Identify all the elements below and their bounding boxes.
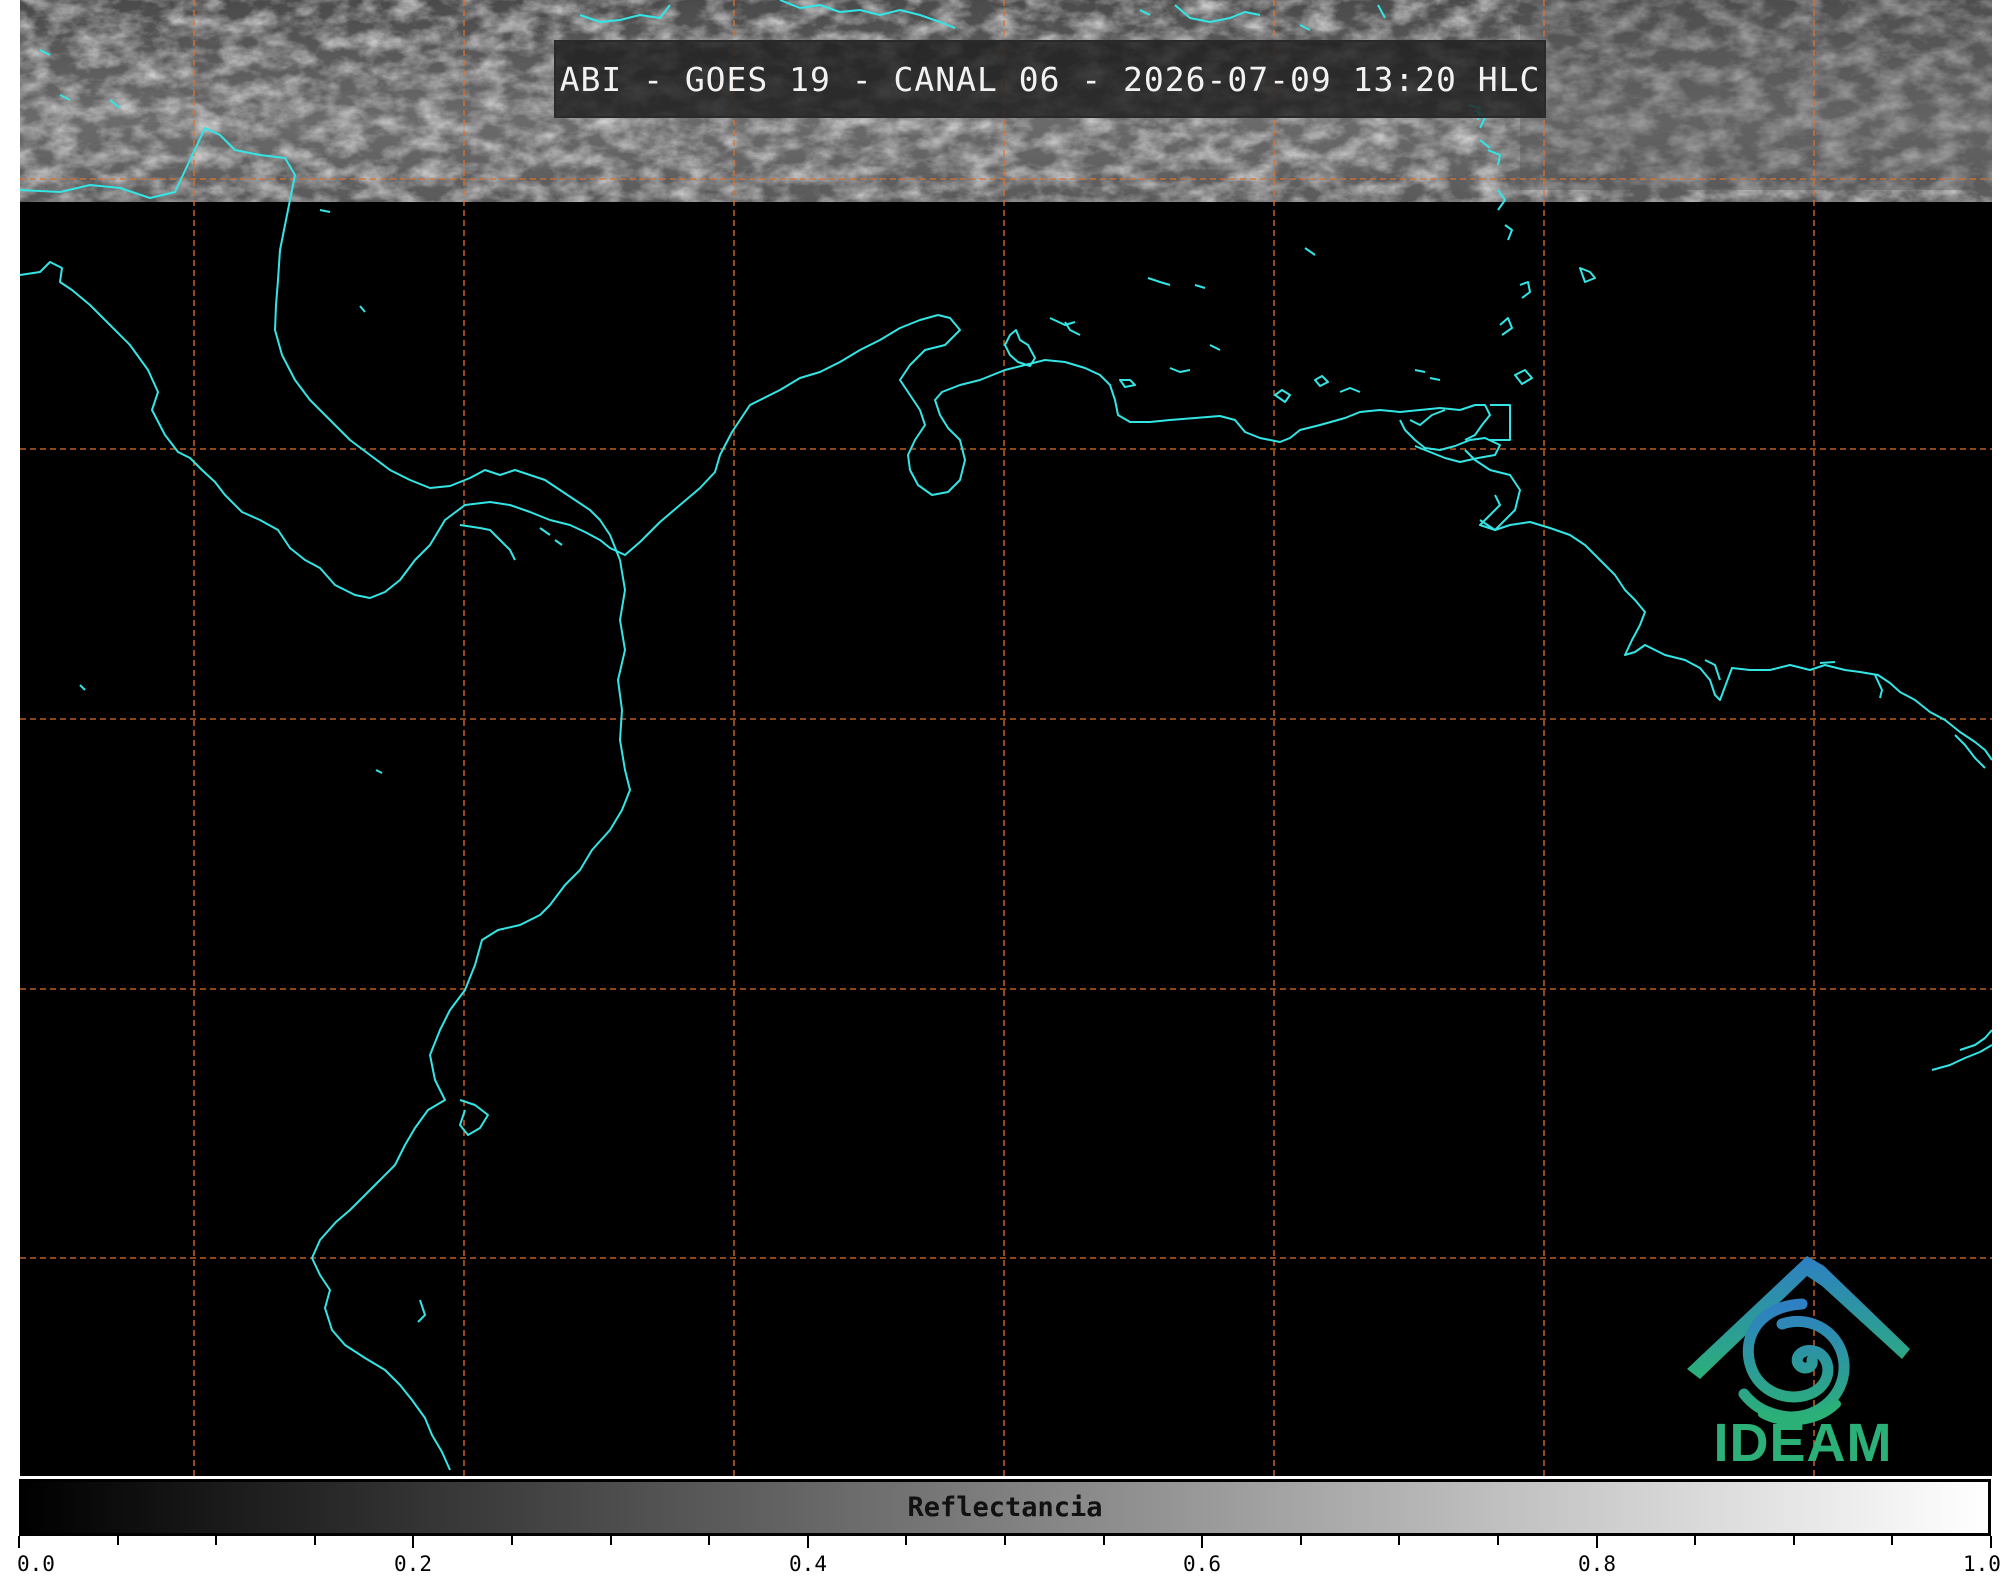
colorbar-tick: [511, 1536, 513, 1545]
colorbar-tick-label: 0.2: [394, 1552, 432, 1576]
colorbar-tick-label: 0.0: [17, 1552, 55, 1576]
map-title: ABI - GOES 19 - CANAL 06 - 2026-07-09 13…: [559, 59, 1541, 99]
colorbar-tick: [1201, 1536, 1203, 1548]
colorbar-tick: [1398, 1536, 1400, 1545]
colorbar-tick: [314, 1536, 316, 1545]
colorbar-tick: [117, 1536, 119, 1545]
colorbar-tick-label: 0.4: [789, 1552, 827, 1576]
colorbar-tick-label: 0.6: [1183, 1552, 1221, 1576]
colorbar-tick: [905, 1536, 907, 1545]
colorbar-tick-label: 0.8: [1578, 1552, 1616, 1576]
satellite-map: ABI - GOES 19 - CANAL 06 - 2026-07-09 13…: [20, 0, 1992, 1476]
colorbar-label: Reflectancia: [907, 1492, 1103, 1523]
colorbar-tick: [708, 1536, 710, 1545]
colorbar-ticks: 0.0 0.2 0.4 0.6 0.8 1.0: [17, 1536, 2001, 1577]
colorbar-tick: [1004, 1536, 1006, 1545]
colorbar-tick: [1793, 1536, 1795, 1545]
title-banner: ABI - GOES 19 - CANAL 06 - 2026-07-09 13…: [554, 40, 1546, 118]
colorbar: Reflectancia: [19, 1479, 1991, 1536]
colorbar-tick: [1990, 1536, 1992, 1548]
colorbar-tick: [1103, 1536, 1105, 1545]
colorbar-tick: [807, 1536, 809, 1548]
colorbar-tick: [1694, 1536, 1696, 1545]
colorbar-tick: [1891, 1536, 1893, 1545]
colorbar-tick: [1497, 1536, 1499, 1545]
colorbar-tick: [1300, 1536, 1302, 1545]
coastlines: [20, 0, 1992, 1471]
colorbar-tick: [215, 1536, 217, 1545]
colorbar-tick: [18, 1536, 20, 1548]
colorbar-tick-label: 1.0: [1963, 1552, 2001, 1576]
colorbar-tick: [610, 1536, 612, 1545]
colorbar-tick: [412, 1536, 414, 1548]
colorbar-tick: [1596, 1536, 1598, 1548]
ideam-logo-text: IDEAM: [1713, 1413, 1893, 1473]
